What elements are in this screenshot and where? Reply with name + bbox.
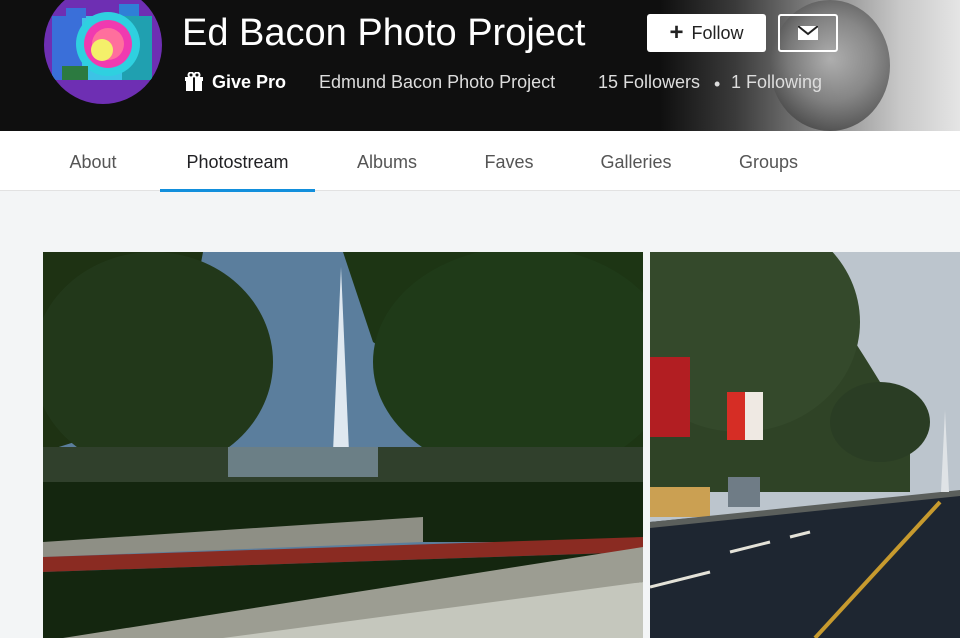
profile-header: Ed Bacon Photo Project + Follow Give Pro… — [0, 0, 960, 131]
tab-groups[interactable]: Groups — [737, 131, 800, 191]
give-pro-label: Give Pro — [212, 72, 287, 92]
tab-faves[interactable]: Faves — [483, 131, 535, 191]
mail-icon — [798, 26, 818, 40]
boulevard-photo — [650, 252, 960, 638]
photo-thumbnail[interactable] — [43, 252, 643, 638]
tab-photostream[interactable]: Photostream — [160, 131, 315, 192]
gift-icon — [185, 72, 203, 91]
following-link[interactable]: 1 Following — [731, 71, 822, 93]
avatar[interactable] — [44, 0, 162, 104]
photo-thumbnail[interactable] — [650, 252, 960, 638]
plus-icon: + — [669, 19, 684, 46]
profile-tabs: About Photostream Albums Faves Galleries… — [0, 131, 960, 192]
tab-about[interactable]: About — [66, 131, 120, 191]
camera-icon — [52, 4, 152, 80]
real-name: Edmund Bacon Photo Project — [319, 72, 556, 92]
message-button[interactable] — [778, 14, 838, 52]
page-title: Ed Bacon Photo Project — [182, 12, 586, 54]
fountain-photo — [43, 252, 643, 638]
followers-link[interactable]: 15 Followers — [598, 71, 700, 93]
tab-galleries[interactable]: Galleries — [598, 131, 674, 191]
follow-label: Follow — [691, 22, 744, 43]
give-pro-link[interactable]: Give Pro — [184, 71, 286, 93]
follow-button[interactable]: + Follow — [647, 14, 766, 52]
tab-albums[interactable]: Albums — [355, 131, 419, 191]
meta-separator: • — [714, 74, 721, 94]
